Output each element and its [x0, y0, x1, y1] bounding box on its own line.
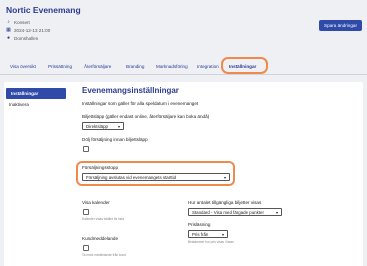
price-display-label: Prisläsning [188, 222, 211, 227]
sidenav-item-deactivate[interactable]: Inaktivera [4, 99, 72, 110]
customer-message-label: Kundmeddelande [82, 236, 119, 241]
sales-stop-highlight-ring [76, 161, 235, 186]
hide-sales-checkbox[interactable] [83, 146, 89, 152]
tab-resellers[interactable]: Återförsäljare [84, 64, 111, 69]
availability-value: Standard - Visa med färgade punkter [192, 209, 264, 215]
chevron-down-icon: ▾ [275, 209, 278, 215]
tab-highlight-ring [221, 57, 268, 74]
price-display-hint: Bestämmer hur pris visas i listan [188, 240, 234, 244]
show-calendar-hint: Kalender visas istället för lista [82, 217, 124, 221]
chevron-down-icon: ▾ [117, 123, 120, 129]
tab-marketing[interactable]: Marknadsföring [156, 64, 188, 69]
venue-text: Konsert [14, 20, 30, 25]
price-display-value: Pris från [192, 231, 209, 237]
section-title: Evenemangsinställningar [82, 86, 179, 95]
settings-sidenav: Inställningar Inaktivera [4, 88, 72, 110]
customer-message-hint: Ta emot meddelande från kund [82, 253, 126, 257]
app-title: Nortic Evenemang [6, 5, 81, 15]
venue-row: ♪ Konsert [6, 19, 30, 26]
ticket-release-value: Direktsläpp [86, 123, 108, 129]
hide-sales-label: Dölj försäljning innan biljettsläpp [82, 137, 148, 142]
sidenav-item-settings[interactable]: Inställningar [6, 88, 66, 99]
ticket-release-label: Biljettsläpp (gäller endast online, åter… [82, 114, 210, 119]
tab-integration[interactable]: Integration [197, 64, 219, 69]
price-display-select[interactable]: Pris från ▾ [188, 230, 228, 238]
show-calendar-checkbox[interactable] [83, 209, 89, 215]
location-pin-icon: ● [6, 35, 11, 41]
calendar-icon: ▦ [6, 27, 11, 33]
datetime-row: ▦ 2024-12-13 21:00 [6, 27, 51, 34]
tab-pricing[interactable]: Prissättning [48, 64, 72, 69]
chevron-down-icon: ▾ [221, 231, 224, 237]
datetime-text: 2024-12-13 21:00 [14, 28, 51, 33]
customer-message-checkbox[interactable] [83, 245, 89, 251]
tab-bar: Visa översikt Prissättning Återförsäljar… [0, 61, 367, 75]
music-note-icon: ♪ [7, 19, 10, 25]
intro-text: Inställningar som gäller för alla spelda… [82, 101, 199, 106]
location-row: ● Domshallen [6, 35, 39, 42]
save-changes-button[interactable]: Spara ändringar [319, 20, 362, 31]
tab-branding[interactable]: Branding [126, 64, 144, 69]
availability-select[interactable]: Standard - Visa med färgade punkter ▾ [188, 208, 282, 216]
location-text: Domshallen [14, 36, 39, 41]
show-calendar-label: Visa kalender [82, 200, 110, 205]
availability-label: Hur antalet tillgängliga biljetter visas [188, 200, 262, 205]
ticket-release-select[interactable]: Direktsläpp ▾ [82, 122, 124, 130]
tab-overview[interactable]: Visa översikt [10, 64, 36, 69]
